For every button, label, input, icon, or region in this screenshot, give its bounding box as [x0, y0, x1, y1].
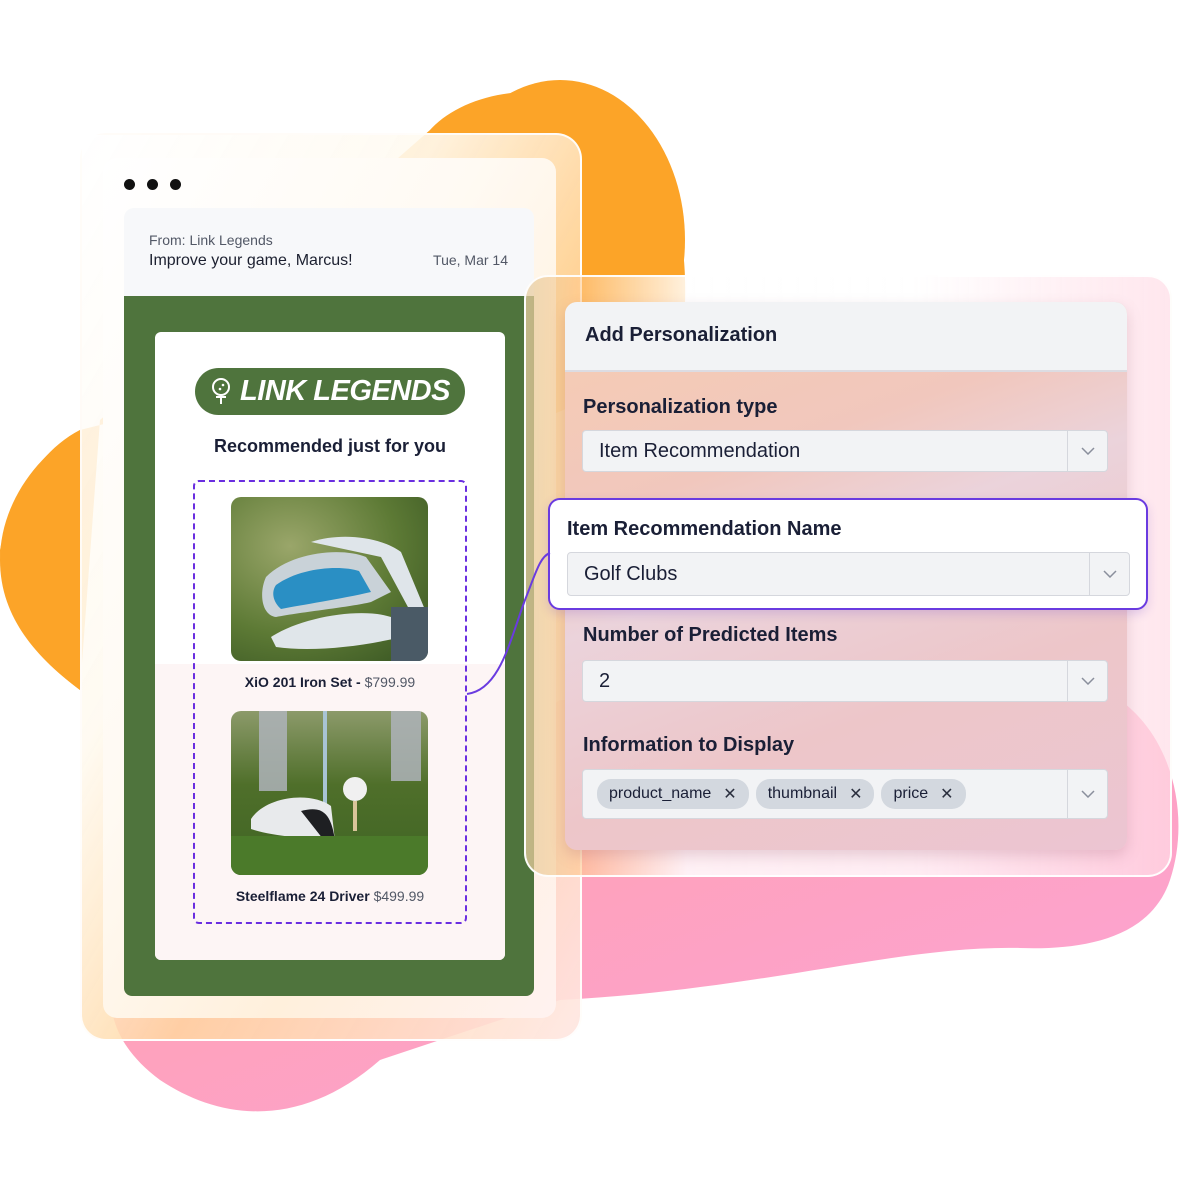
tag-label: price	[893, 785, 929, 802]
tag-product-name: product_name ✕	[597, 779, 749, 809]
item-recommendation-name-field: Item Recommendation Name Golf Clubs	[548, 498, 1148, 610]
number-of-predicted-items-select[interactable]: 2	[582, 660, 1108, 702]
orange-blob-left	[0, 430, 80, 690]
tag-label: product_name	[609, 785, 712, 802]
tag-thumbnail: thumbnail ✕	[755, 779, 875, 809]
dot	[124, 179, 135, 190]
brand-logo: LINK LEGENDS	[195, 368, 465, 415]
item-recommendation-name-label: Item Recommendation Name	[567, 518, 842, 540]
panel-title: Add Personalization	[565, 302, 1127, 372]
tag-label: thumbnail	[767, 785, 838, 802]
email-date: Tue, Mar 14	[433, 252, 508, 268]
tag-price: price ✕	[881, 779, 966, 809]
product-name: XiO 201 Iron Set -	[244, 674, 361, 690]
golf-driver-and-ball-image[interactable]	[231, 711, 428, 875]
email-sender: From: Link Legends	[149, 232, 273, 248]
chevron-down-icon[interactable]	[1067, 661, 1107, 701]
personalization-type-select[interactable]: Item Recommendation	[582, 430, 1108, 472]
number-of-predicted-items-label: Number of Predicted Items	[583, 624, 838, 646]
chevron-down-icon[interactable]	[1089, 553, 1129, 595]
item-recommendation-name-select[interactable]: Golf Clubs	[567, 552, 1130, 596]
personalization-type-value: Item Recommendation	[599, 439, 801, 462]
item-recommendation-name-value: Golf Clubs	[584, 562, 678, 585]
recommendation-heading: Recommended just for you	[213, 436, 447, 456]
product-price: $499.99	[373, 888, 425, 904]
chevron-down-icon[interactable]	[1067, 431, 1107, 471]
close-icon[interactable]: ✕	[940, 784, 953, 804]
information-to-display-multiselect[interactable]: product_name ✕ thumbnail ✕ price ✕	[582, 769, 1108, 819]
email-subject: Improve your game, Marcus!	[149, 252, 353, 269]
number-of-predicted-items-value: 2	[599, 669, 611, 692]
product-caption: Steelflame 24 Driver $499.99	[155, 888, 505, 904]
dot	[170, 179, 181, 190]
golf-ball-on-tee-icon	[212, 377, 231, 404]
chevron-down-icon[interactable]	[1067, 770, 1107, 818]
personalization-type-label: Personalization type	[583, 396, 778, 418]
selected-tags: product_name ✕ thumbnail ✕ price ✕	[583, 779, 1067, 809]
product-caption: XiO 201 Iron Set - $799.99	[155, 674, 505, 690]
email-content-card: LINK LEGENDS Recommended just for you Xi…	[155, 332, 505, 960]
close-icon[interactable]: ✕	[723, 784, 736, 804]
information-to-display-label: Information to Display	[583, 734, 795, 756]
golf-irons-image[interactable]	[231, 497, 428, 661]
brand-name: LINK LEGENDS	[240, 375, 450, 407]
product-price: $799.99	[364, 674, 416, 690]
close-icon[interactable]: ✕	[849, 784, 862, 804]
dot	[147, 179, 158, 190]
product-name: Steelflame 24 Driver	[235, 888, 370, 904]
email-header: From: Link Legends Improve your game, Ma…	[124, 208, 534, 296]
more-dots-icon[interactable]	[124, 179, 181, 190]
